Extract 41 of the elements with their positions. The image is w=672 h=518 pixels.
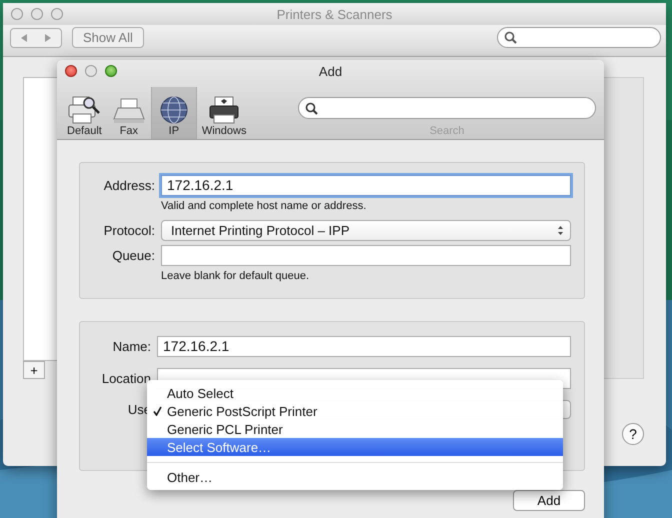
up-down-arrows-icon [557, 225, 564, 236]
menu-item[interactable]: Select Software… [147, 438, 563, 456]
search-field[interactable] [298, 97, 596, 119]
toolbar-tab[interactable]: IP [150, 87, 197, 139]
text-field[interactable]: 172.16.2.1 [161, 175, 571, 196]
forward-icon [43, 32, 53, 42]
field-label: Location [100, 371, 151, 386]
field-label: Protocol: [102, 223, 155, 238]
menu-item[interactable]: Auto Select [147, 384, 563, 402]
add-printer-button[interactable]: + [23, 361, 45, 379]
text-field[interactable] [161, 245, 571, 266]
hint-text: Leave blank for default queue. [160, 270, 310, 282]
menu-item[interactable]: Generic PCL Printer [147, 420, 563, 438]
back-icon [19, 32, 29, 42]
zoom-button[interactable] [51, 8, 63, 20]
text-field[interactable]: 172.16.2.1 [157, 336, 571, 357]
toolbar-tab[interactable]: Fax [106, 87, 151, 139]
help-button[interactable]: ? [622, 423, 644, 445]
printer-icon [207, 95, 242, 125]
search-icon [305, 102, 318, 114]
field-label: Name: [112, 339, 151, 354]
add-button[interactable]: Add [513, 490, 585, 511]
printer-magnifier-icon [67, 95, 102, 125]
toolbar-tab[interactable]: Windows [196, 87, 252, 139]
menu-item[interactable]: Generic PostScript Printer [147, 402, 563, 420]
search-field[interactable] [497, 27, 661, 48]
search-icon [504, 31, 517, 44]
toolbar-tab[interactable]: Default [62, 87, 107, 139]
show-all-button[interactable]: Show All [72, 27, 144, 48]
field-label: Address: [102, 178, 155, 193]
minimize-button[interactable] [85, 65, 97, 77]
field-label: Queue: [111, 248, 155, 263]
zoom-button[interactable] [105, 65, 117, 77]
close-button[interactable] [65, 65, 77, 77]
hint-text: Valid and complete host name or address. [160, 200, 368, 212]
minimize-button[interactable] [31, 8, 43, 20]
protocol-popup[interactable]: Internet Printing Protocol – IPP [161, 220, 571, 241]
window-title: Printers & Scanners [276, 6, 392, 22]
back-forward-buttons[interactable] [10, 28, 62, 48]
window-title: Add [318, 64, 342, 78]
menu-item[interactable]: Other… [147, 468, 563, 486]
